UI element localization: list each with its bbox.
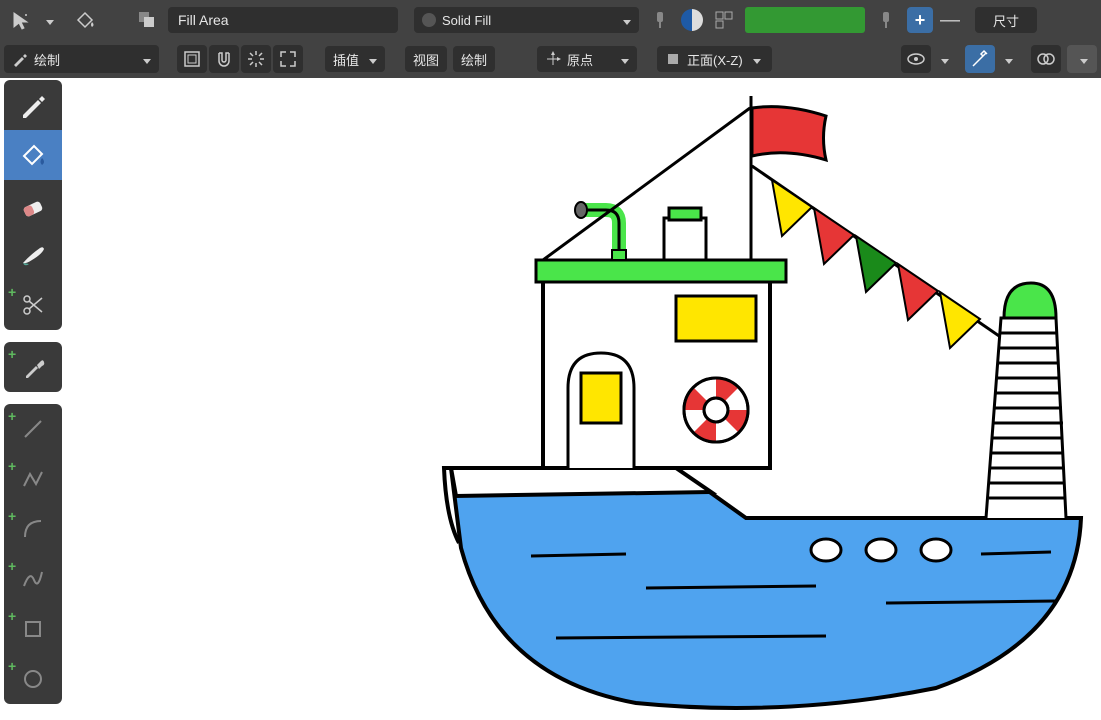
tool-polyline[interactable]: + bbox=[4, 454, 62, 504]
expand-icon[interactable] bbox=[273, 45, 303, 73]
cursor-dropdown[interactable] bbox=[42, 13, 54, 28]
tool-eyedropper[interactable]: + bbox=[4, 342, 62, 392]
tool-eraser[interactable] bbox=[4, 180, 62, 230]
sphere-icon[interactable] bbox=[681, 9, 703, 31]
tool-box[interactable]: + bbox=[4, 604, 62, 654]
snap-icon[interactable] bbox=[707, 5, 741, 35]
overlays-chev[interactable] bbox=[1067, 45, 1097, 73]
second-toolbar: 绘制 插值 视图 绘制 原点 正面(X-Z) bbox=[0, 40, 1101, 78]
magnet-icon[interactable] bbox=[209, 45, 239, 73]
cursor-icon[interactable] bbox=[4, 5, 38, 35]
minus-button[interactable]: — bbox=[937, 7, 963, 33]
view-button[interactable]: 视图 bbox=[405, 46, 447, 72]
tool-palette: + + + + + + + + bbox=[4, 80, 62, 704]
tool-circle[interactable]: + bbox=[4, 654, 62, 704]
orientation-dropdown[interactable]: 正面(X-Z) bbox=[657, 46, 772, 72]
visibility-chev[interactable] bbox=[937, 52, 949, 67]
draw-button[interactable]: 绘制 bbox=[453, 46, 495, 72]
layers-icon[interactable] bbox=[130, 5, 164, 35]
gizmo-chev[interactable] bbox=[1001, 52, 1013, 67]
tool-brush[interactable] bbox=[4, 230, 62, 280]
mode-dropdown[interactable]: 绘制 bbox=[4, 45, 159, 73]
tool-pencil[interactable] bbox=[4, 80, 62, 130]
top-toolbar: Solid Fill + — 尺寸 bbox=[0, 0, 1101, 40]
visibility-icon[interactable] bbox=[901, 45, 931, 73]
interp-dropdown[interactable]: 插值 bbox=[325, 46, 385, 72]
fill-type-dropdown[interactable]: Solid Fill bbox=[414, 7, 639, 33]
size-field[interactable]: 尺寸 bbox=[975, 7, 1037, 33]
tool-arc[interactable]: + bbox=[4, 504, 62, 554]
tool-fill[interactable] bbox=[4, 130, 62, 180]
origin-dropdown[interactable]: 原点 bbox=[537, 46, 637, 72]
fill-type-label: Solid Fill bbox=[442, 13, 491, 28]
color-swatch[interactable] bbox=[745, 7, 865, 33]
paint-bucket-icon[interactable] bbox=[68, 5, 102, 35]
gizmo-icon[interactable] bbox=[965, 45, 995, 73]
boat-drawing bbox=[66, 78, 1101, 720]
tool-cutter[interactable]: + bbox=[4, 280, 62, 330]
canvas[interactable] bbox=[66, 78, 1101, 720]
plus-button[interactable]: + bbox=[907, 7, 933, 33]
pin2-icon[interactable] bbox=[869, 5, 903, 35]
tool-line[interactable]: + bbox=[4, 404, 62, 454]
burst-icon[interactable] bbox=[241, 45, 271, 73]
tool-curve[interactable]: + bbox=[4, 554, 62, 604]
fill-area-field[interactable] bbox=[168, 7, 398, 33]
selection-box-icon[interactable] bbox=[177, 45, 207, 73]
pin-icon[interactable] bbox=[643, 5, 677, 35]
overlays-icon[interactable] bbox=[1031, 45, 1061, 73]
